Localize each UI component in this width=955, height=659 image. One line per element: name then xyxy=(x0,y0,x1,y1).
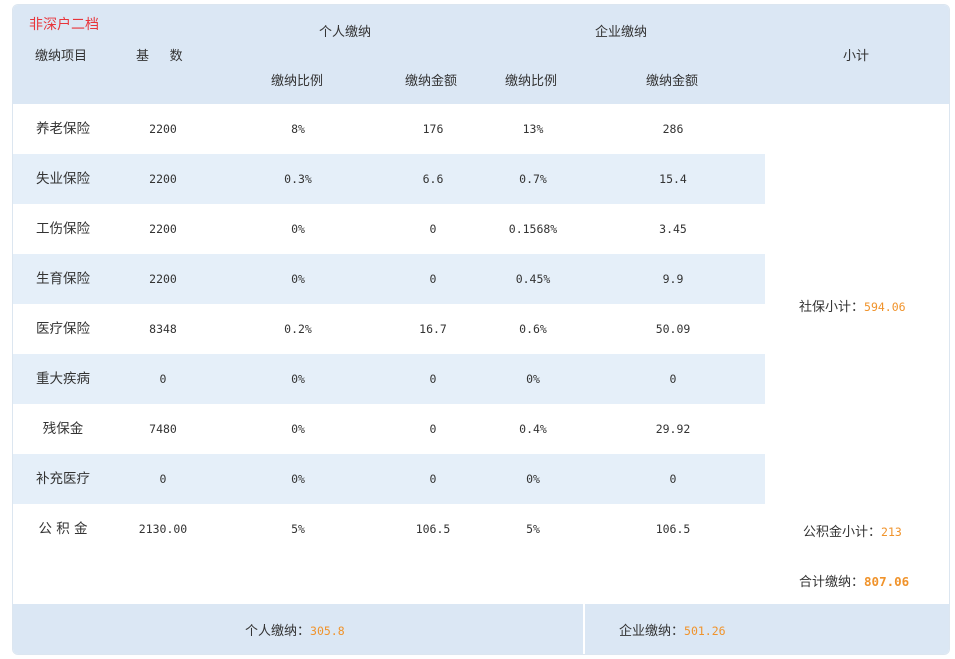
enterprise-total: 企业缴纳：501.26 xyxy=(619,620,726,639)
header-subtotal: 小计 xyxy=(843,49,870,64)
row-name: 公 积 金 xyxy=(38,521,88,537)
row-enterprise-rate: 0.1568% xyxy=(508,222,558,236)
row-base: 2200 xyxy=(149,172,177,186)
table-row: 养老保险 2200 8% 176 13% 286 xyxy=(13,104,765,154)
row-name: 失业保险 xyxy=(36,171,90,187)
row-base: 7480 xyxy=(149,422,177,436)
row-enterprise-amount: 0 xyxy=(669,372,677,386)
row-personal-rate: 0% xyxy=(291,422,305,436)
social-subtotal: 社保小计：594.06 xyxy=(799,296,906,315)
row-personal-amount: 0 xyxy=(429,372,437,386)
enterprise-total-value: 501.26 xyxy=(684,624,726,638)
row-name: 养老保险 xyxy=(36,121,90,137)
table-row: 医疗保险 8348 0.2% 16.7 0.6% 50.09 xyxy=(13,304,765,354)
row-enterprise-rate: 0.6% xyxy=(519,322,547,336)
row-enterprise-rate: 0.4% xyxy=(519,422,547,436)
row-base: 2200 xyxy=(149,272,177,286)
insurance-table-panel: 非深户二档 缴纳项目 基 数 个人缴纳 企业缴纳 小计 缴纳比例 缴纳金额 缴纳… xyxy=(12,4,950,655)
row-personal-amount: 0 xyxy=(429,472,437,486)
row-enterprise-rate: 0.7% xyxy=(519,172,547,186)
header-enterprise-amount: 缴纳金额 xyxy=(646,74,699,89)
enterprise-total-label: 企业缴纳： xyxy=(619,624,685,639)
row-enterprise-amount: 50.09 xyxy=(655,322,691,336)
table-row: 工伤保险 2200 0% 0 0.1568% 3.45 xyxy=(13,204,765,254)
fund-subtotal: 公积金小计：213 xyxy=(803,521,902,540)
table-row: 公 积 金 2130.00 5% 106.5 5% 106.5 xyxy=(13,504,765,554)
row-base: 2200 xyxy=(149,122,177,136)
fund-subtotal-value: 213 xyxy=(881,525,902,539)
row-name: 补充医疗 xyxy=(36,471,90,487)
row-personal-rate: 0% xyxy=(291,472,305,486)
row-enterprise-rate: 0% xyxy=(526,472,540,486)
grand-total-label: 合计缴纳： xyxy=(799,575,865,590)
row-enterprise-amount: 3.45 xyxy=(659,222,687,236)
header-enterprise: 企业缴纳 xyxy=(595,25,648,40)
row-enterprise-amount: 106.5 xyxy=(655,522,691,536)
table-row: 重大疾病 0 0% 0 0% 0 xyxy=(13,354,765,404)
row-name: 残保金 xyxy=(42,421,84,437)
totals-footer: 个人缴纳：305.8 企业缴纳：501.26 xyxy=(13,604,949,654)
row-enterprise-rate: 13% xyxy=(522,122,544,136)
row-base: 8348 xyxy=(149,322,177,336)
row-personal-amount: 0 xyxy=(429,422,437,436)
row-enterprise-rate: 5% xyxy=(526,522,540,536)
header-base: 基 数 xyxy=(136,49,183,64)
grand-total-value: 807.06 xyxy=(864,574,910,589)
table-row: 生育保险 2200 0% 0 0.45% 9.9 xyxy=(13,254,765,304)
row-personal-rate: 0% xyxy=(291,272,305,286)
personal-total-label: 个人缴纳： xyxy=(245,624,311,639)
table-row: 失业保险 2200 0.3% 6.6 0.7% 15.4 xyxy=(13,154,765,204)
row-enterprise-rate: 0% xyxy=(526,372,540,386)
footer-divider xyxy=(583,604,585,654)
row-personal-amount: 0 xyxy=(429,222,437,236)
row-enterprise-amount: 9.9 xyxy=(662,272,684,286)
row-personal-amount: 0 xyxy=(429,272,437,286)
row-base: 2130.00 xyxy=(138,522,188,536)
row-enterprise-amount: 0 xyxy=(669,472,677,486)
row-personal-rate: 0.2% xyxy=(284,322,312,336)
header-item: 缴纳项目 xyxy=(35,49,88,64)
row-enterprise-amount: 15.4 xyxy=(659,172,687,186)
row-base: 0 xyxy=(159,472,167,486)
row-base: 0 xyxy=(159,372,167,386)
row-personal-amount: 106.5 xyxy=(415,522,451,536)
category-tag: 非深户二档 xyxy=(29,17,99,33)
row-personal-rate: 0.3% xyxy=(284,172,312,186)
row-enterprise-amount: 29.92 xyxy=(655,422,691,436)
table-header: 非深户二档 缴纳项目 基 数 个人缴纳 企业缴纳 小计 缴纳比例 缴纳金额 缴纳… xyxy=(13,5,949,104)
header-personal-rate: 缴纳比例 xyxy=(271,74,324,89)
grand-total: 合计缴纳：807.06 xyxy=(799,571,909,590)
personal-total-value: 305.8 xyxy=(310,624,345,638)
row-personal-rate: 5% xyxy=(291,522,305,536)
row-personal-rate: 0% xyxy=(291,372,305,386)
social-subtotal-label: 社保小计： xyxy=(799,300,865,315)
social-subtotal-value: 594.06 xyxy=(864,300,906,314)
row-name: 医疗保险 xyxy=(36,321,90,337)
header-personal-amount: 缴纳金额 xyxy=(405,74,458,89)
row-personal-amount: 16.7 xyxy=(419,322,447,336)
header-enterprise-rate: 缴纳比例 xyxy=(505,74,558,89)
row-personal-rate: 8% xyxy=(291,122,305,136)
row-name: 工伤保险 xyxy=(36,221,90,237)
row-base: 2200 xyxy=(149,222,177,236)
table-row: 补充医疗 0 0% 0 0% 0 xyxy=(13,454,765,504)
row-personal-amount: 176 xyxy=(422,122,444,136)
header-personal: 个人缴纳 xyxy=(319,25,372,40)
personal-total: 个人缴纳：305.8 xyxy=(245,620,345,639)
fund-subtotal-label: 公积金小计： xyxy=(803,525,882,540)
row-personal-rate: 0% xyxy=(291,222,305,236)
row-enterprise-rate: 0.45% xyxy=(515,272,551,286)
row-name: 生育保险 xyxy=(36,271,90,287)
table-row: 残保金 7480 0% 0 0.4% 29.92 xyxy=(13,404,765,454)
row-enterprise-amount: 286 xyxy=(662,122,684,136)
row-name: 重大疾病 xyxy=(36,371,90,387)
row-personal-amount: 6.6 xyxy=(422,172,444,186)
